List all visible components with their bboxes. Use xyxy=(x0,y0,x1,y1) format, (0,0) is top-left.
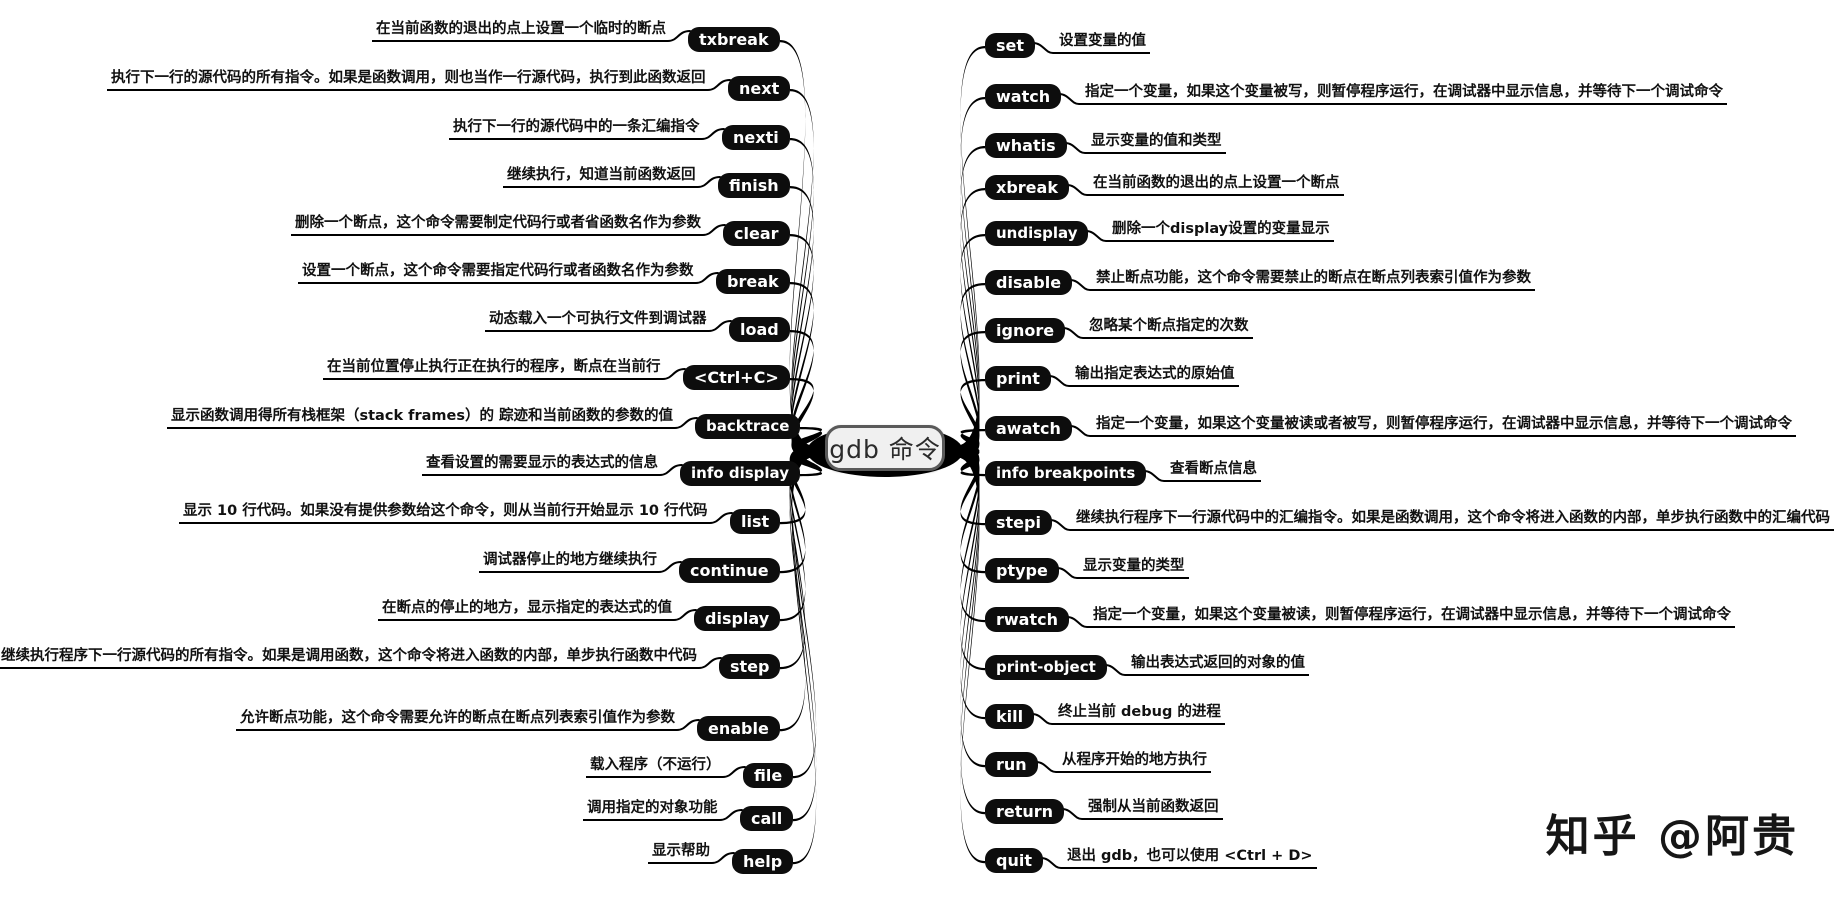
command-node-quit[interactable]: quit xyxy=(985,848,1043,873)
branch-description: 显示变量的类型 xyxy=(1083,558,1185,574)
command-node-file[interactable]: file xyxy=(743,763,794,788)
command-node-load[interactable]: load xyxy=(729,317,790,342)
branch-description: 退出 gdb，也可以使用 <Ctrl + D> xyxy=(1067,848,1313,864)
branch-description: 查看设置的需要显示的表达式的信息 xyxy=(426,455,658,471)
command-node-txbreak[interactable]: txbreak xyxy=(688,27,780,52)
command-node-call[interactable]: call xyxy=(740,806,794,831)
branch-description: 继续执行程序下一行源代码中的汇编指令。如果是函数调用，这个命令将进入函数的内部，… xyxy=(1076,510,1830,526)
command-node-nexti[interactable]: nexti xyxy=(722,125,790,150)
branch-description: 输出表达式返回的对象的值 xyxy=(1131,655,1305,671)
branch-description: 在当前函数的退出的点上设置一个断点 xyxy=(1093,175,1340,191)
branch-description: 指定一个变量，如果这个变量被写，则暂停程序运行，在调试器中显示信息，并等待下一个… xyxy=(1085,84,1723,100)
branch-description: 显示帮助 xyxy=(652,843,710,859)
branch-description: 调试器停止的地方继续执行 xyxy=(483,552,657,568)
branch-description: 执行下一行的源代码中的一条汇编指令 xyxy=(453,119,700,135)
branch-description: 执行下一行的源代码的所有指令。如果是函数调用，则也当作一行源代码，执行到此函数返… xyxy=(111,70,706,86)
command-node-finish[interactable]: finish xyxy=(718,173,790,198)
command-node-continue[interactable]: continue xyxy=(679,558,780,583)
command-node-info-breakpoints[interactable]: info breakpoints xyxy=(985,461,1147,486)
branch-description: 显示 10 行代码。如果没有提供参数给这个命令，则从当前行开始显示 10 行代码 xyxy=(183,503,708,519)
branch-description: 从程序开始的地方执行 xyxy=(1062,752,1207,768)
branch-description: 指定一个变量，如果这个变量被读，则暂停程序运行，在调试器中显示信息，并等待下一个… xyxy=(1093,607,1731,623)
branch-description: 载入程序（不运行） xyxy=(590,757,721,773)
command-node-help[interactable]: help xyxy=(732,849,794,874)
branch-description: 查看断点信息 xyxy=(1170,461,1257,477)
branch-description: 删除一个断点，这个命令需要制定代码行或者省函数名作为参数 xyxy=(295,215,701,231)
branch-description: 继续执行程序下一行源代码的所有指令。如果是调用函数，这个命令将进入函数的内部，单… xyxy=(1,648,697,664)
branch-description: 指定一个变量，如果这个变量被读或者被写，则暂停程序运行，在调试器中显示信息，并等… xyxy=(1096,416,1792,432)
branch-description: 在当前位置停止执行正在执行的程序，断点在当前行 xyxy=(327,359,661,375)
mindmap-canvas: txbreak 在当前函数的退出的点上设置一个临时的断点 next 执行下一行的源代码… xyxy=(0,0,1835,904)
branch-description: 输出指定表达式的原始值 xyxy=(1075,366,1235,382)
command-node-watch[interactable]: watch xyxy=(985,84,1062,109)
branch-description: 允许断点功能，这个命令需要允许的断点在断点列表索引值作为参数 xyxy=(240,710,675,726)
branch-description: 删除一个display设置的变量显示 xyxy=(1112,221,1330,237)
command-node-ignore[interactable]: ignore xyxy=(985,318,1066,343)
command-node-awatch[interactable]: awatch xyxy=(985,416,1072,441)
command-node-clear[interactable]: clear xyxy=(723,221,790,246)
branch-description: 动态载入一个可执行文件到调试器 xyxy=(489,311,707,327)
branch-description: 调用指定的对象功能 xyxy=(587,800,718,816)
branch-description: 禁止断点功能，这个命令需要禁止的断点在断点列表索引值作为参数 xyxy=(1096,270,1531,286)
branch-description: 终止当前 debug 的进程 xyxy=(1058,704,1221,720)
watermark-text: 知乎 @阿贵 xyxy=(1545,811,1799,862)
command-node-print[interactable]: print xyxy=(985,366,1051,391)
command-node-xbreak[interactable]: xbreak xyxy=(985,175,1069,200)
command-node-run[interactable]: run xyxy=(985,752,1038,777)
command-node-ctrl-c[interactable]: <Ctrl+C> xyxy=(683,365,790,390)
branch-description: 在当前函数的退出的点上设置一个临时的断点 xyxy=(376,21,666,37)
command-node-ptype[interactable]: ptype xyxy=(985,558,1059,583)
command-node-rwatch[interactable]: rwatch xyxy=(985,607,1069,632)
branch-description: 设置变量的值 xyxy=(1059,33,1146,49)
command-node-next[interactable]: next xyxy=(728,76,791,101)
branch-description: 继续执行，知道当前函数返回 xyxy=(507,167,696,183)
branch-description: 强制从当前函数返回 xyxy=(1088,799,1219,815)
command-node-step[interactable]: step xyxy=(719,654,781,679)
command-node-whatis[interactable]: whatis xyxy=(985,133,1067,158)
command-node-return[interactable]: return xyxy=(985,799,1065,824)
watermark: 知乎 @阿贵 xyxy=(1546,800,1799,864)
root-node[interactable]: gdb 命令 xyxy=(825,425,945,471)
command-node-break[interactable]: break xyxy=(716,269,790,294)
branch-description: 在断点的停止的地方，显示指定的表达式的值 xyxy=(382,600,672,616)
command-node-display[interactable]: display xyxy=(694,606,781,631)
command-node-undisplay[interactable]: undisplay xyxy=(985,221,1089,246)
branch-description: 设置一个断点，这个命令需要指定代码行或者函数名作为参数 xyxy=(302,263,694,279)
command-node-set[interactable]: set xyxy=(985,33,1036,58)
command-node-print-object[interactable]: print-object xyxy=(985,655,1107,680)
command-node-kill[interactable]: kill xyxy=(985,704,1035,729)
command-node-list[interactable]: list xyxy=(730,509,781,534)
command-node-disable[interactable]: disable xyxy=(985,270,1073,295)
branch-description: 显示函数调用得所有栈框架（stack frames）的 踪迹和当前函数的参数的值 xyxy=(171,408,673,424)
branch-description: 显示变量的值和类型 xyxy=(1091,133,1222,149)
command-node-info-display[interactable]: info display xyxy=(680,461,800,486)
root-label: gdb 命令 xyxy=(829,435,941,464)
command-node-enable[interactable]: enable xyxy=(697,716,780,741)
command-node-backtrace[interactable]: backtrace xyxy=(695,414,801,439)
branch-description: 忽略某个断点指定的次数 xyxy=(1089,318,1249,334)
command-node-stepi[interactable]: stepi xyxy=(985,510,1052,535)
